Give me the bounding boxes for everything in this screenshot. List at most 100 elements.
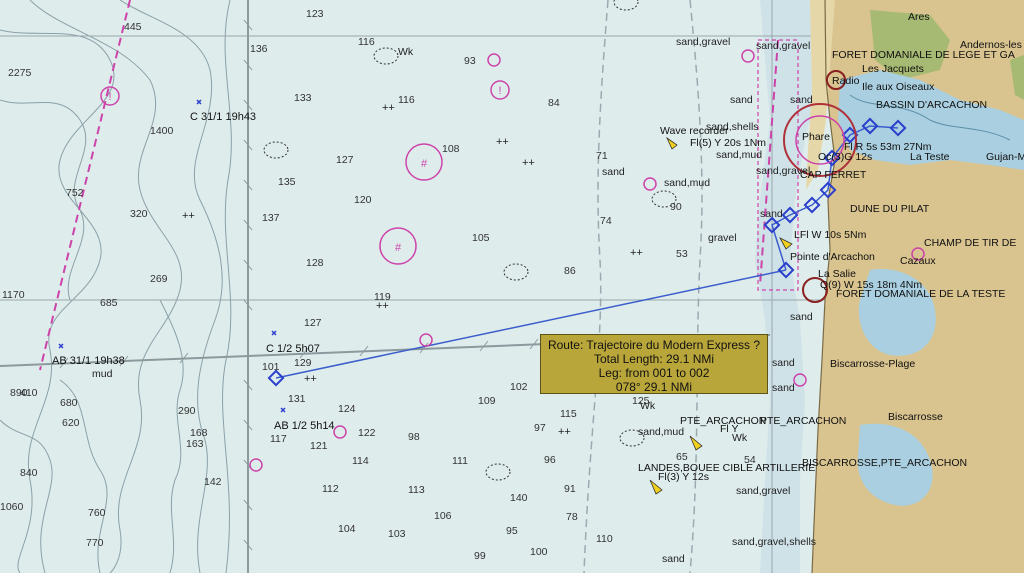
svg-text:FORET DOMANIALE DE LEGE ET GA: FORET DOMANIALE DE LEGE ET GA [832, 49, 1015, 61]
sounding: 140 [510, 492, 528, 504]
sounding: 135 [278, 176, 296, 188]
svg-text:Ares: Ares [908, 11, 930, 23]
svg-text:sand: sand [730, 94, 753, 106]
svg-text:Wave recorder: Wave recorder [660, 125, 729, 137]
svg-text:mud: mud [92, 368, 113, 380]
sounding: 2275 [8, 67, 32, 79]
svg-text:La Teste: La Teste [910, 151, 950, 163]
sounding: 71 [596, 150, 608, 162]
sounding: 86 [564, 265, 576, 277]
nautical-chart[interactable]: ! ! # # ++++++++++++++++ 445227514007523… [0, 0, 1024, 573]
sounding: 114 [352, 455, 369, 467]
sounding: 103 [388, 528, 406, 540]
route-leg: Leg: from 001 to 002 [598, 366, 710, 380]
svg-text:Biscarrosse: Biscarrosse [888, 411, 943, 423]
sounding: 770 [86, 537, 104, 549]
svg-text:Les Jacquets: Les Jacquets [862, 63, 924, 75]
svg-text:++: ++ [496, 136, 509, 148]
svg-text:Gujan-Me: Gujan-Me [986, 151, 1024, 163]
svg-text:sand,gravel: sand,gravel [676, 36, 730, 48]
mark-label-c-1-2: C 1/2 5h07 [266, 343, 320, 355]
sounding: 290 [178, 405, 196, 417]
svg-text:Ile aux Oiseaux: Ile aux Oiseaux [862, 81, 935, 93]
sounding: 168 [190, 427, 208, 439]
svg-text:sand: sand [790, 94, 813, 106]
svg-text:sand,mud: sand,mud [638, 426, 684, 438]
svg-text:sand,gravel,shells: sand,gravel,shells [732, 536, 816, 548]
svg-text:gravel: gravel [708, 232, 737, 244]
svg-text:#: # [395, 242, 402, 254]
svg-text:LFl W 10s 5Nm: LFl W 10s 5Nm [794, 229, 867, 241]
sounding: 137 [262, 212, 280, 224]
svg-text:PTE_ARCACHON: PTE_ARCACHON [680, 415, 766, 427]
route-title: Route: Trajectoire du Modern Express ? [547, 338, 761, 352]
sounding: 110 [596, 533, 613, 545]
sounding: 96 [544, 454, 556, 466]
svg-text:Cazaux: Cazaux [900, 255, 936, 267]
svg-text:Biscarrosse-Plage: Biscarrosse-Plage [830, 358, 915, 370]
sounding: 105 [472, 232, 490, 244]
sounding: 752 [66, 187, 84, 199]
sounding: 127 [304, 317, 322, 329]
sounding: 99 [474, 550, 486, 562]
svg-text:sand: sand [602, 166, 625, 178]
svg-text:++: ++ [304, 373, 317, 385]
sounding: 115 [560, 408, 577, 420]
sounding: 104 [338, 523, 356, 535]
svg-text:!: ! [498, 85, 501, 97]
sounding: 93 [464, 55, 476, 67]
sounding: 108 [442, 143, 460, 155]
sounding: 117 [270, 433, 287, 445]
svg-text:#: # [421, 158, 428, 170]
sounding: 112 [322, 483, 339, 495]
route-total-length: Total Length: 29.1 NMi [593, 352, 715, 366]
sounding: 445 [124, 21, 142, 33]
svg-text:BASSIN D'ARCACHON: BASSIN D'ARCACHON [876, 99, 987, 111]
route-bearing: 078° 29.1 NMi [615, 380, 693, 394]
mark-label-ab-31-1: AB 31/1 19h38 [52, 355, 125, 367]
sounding: 74 [600, 215, 612, 227]
sounding: 1060 [0, 501, 24, 513]
svg-text:sand: sand [772, 357, 795, 369]
sounding: 97 [534, 422, 546, 434]
svg-text:Radio: Radio [832, 75, 860, 87]
sounding: 84 [548, 97, 560, 109]
sounding: 101 [262, 361, 280, 373]
sounding: 163 [186, 438, 204, 450]
svg-text:Wk: Wk [640, 400, 656, 412]
sounding: 119 [374, 291, 391, 303]
svg-text:++: ++ [522, 157, 535, 169]
svg-text:++: ++ [630, 247, 643, 259]
sounding: 123 [306, 8, 324, 20]
sounding: 100 [530, 546, 548, 558]
sounding: 113 [408, 484, 425, 496]
sounding: 111 [452, 455, 468, 467]
sounding: 320 [130, 208, 148, 220]
svg-text:!: ! [108, 91, 111, 103]
svg-text:Fl(5) Y 20s 1Nm: Fl(5) Y 20s 1Nm [690, 137, 766, 149]
sounding: 127 [336, 154, 354, 166]
sounding: 106 [434, 510, 452, 522]
sounding: 91 [564, 483, 576, 495]
sounding: 685 [100, 297, 118, 309]
svg-text:La Salie: La Salie [818, 268, 856, 280]
svg-text:++: ++ [558, 426, 571, 438]
svg-text:sand: sand [760, 208, 783, 220]
sounding: 760 [88, 507, 106, 519]
svg-text:sand,gravel: sand,gravel [736, 485, 790, 497]
sounding: 109 [478, 395, 496, 407]
sounding: 128 [306, 257, 324, 269]
sounding: 269 [150, 273, 168, 285]
svg-text:sand,mud: sand,mud [716, 149, 762, 161]
sounding: 95 [506, 525, 518, 537]
svg-text:sand,gravel: sand,gravel [756, 40, 810, 52]
sounding: 121 [310, 440, 328, 452]
svg-text:Oc(3)G 12s: Oc(3)G 12s [818, 151, 872, 163]
svg-text:FORET DOMANIALE DE LA TESTE: FORET DOMANIALE DE LA TESTE [836, 288, 1005, 300]
mark-label-ab-1-2: AB 1/2 5h14 [274, 420, 335, 432]
sounding: 98 [408, 431, 420, 443]
sounding: 1170 [2, 289, 25, 301]
svg-text:CHAMP DE TIR DE: CHAMP DE TIR DE [924, 237, 1016, 249]
sounding: 120 [354, 194, 372, 206]
sounding: 142 [204, 476, 222, 488]
